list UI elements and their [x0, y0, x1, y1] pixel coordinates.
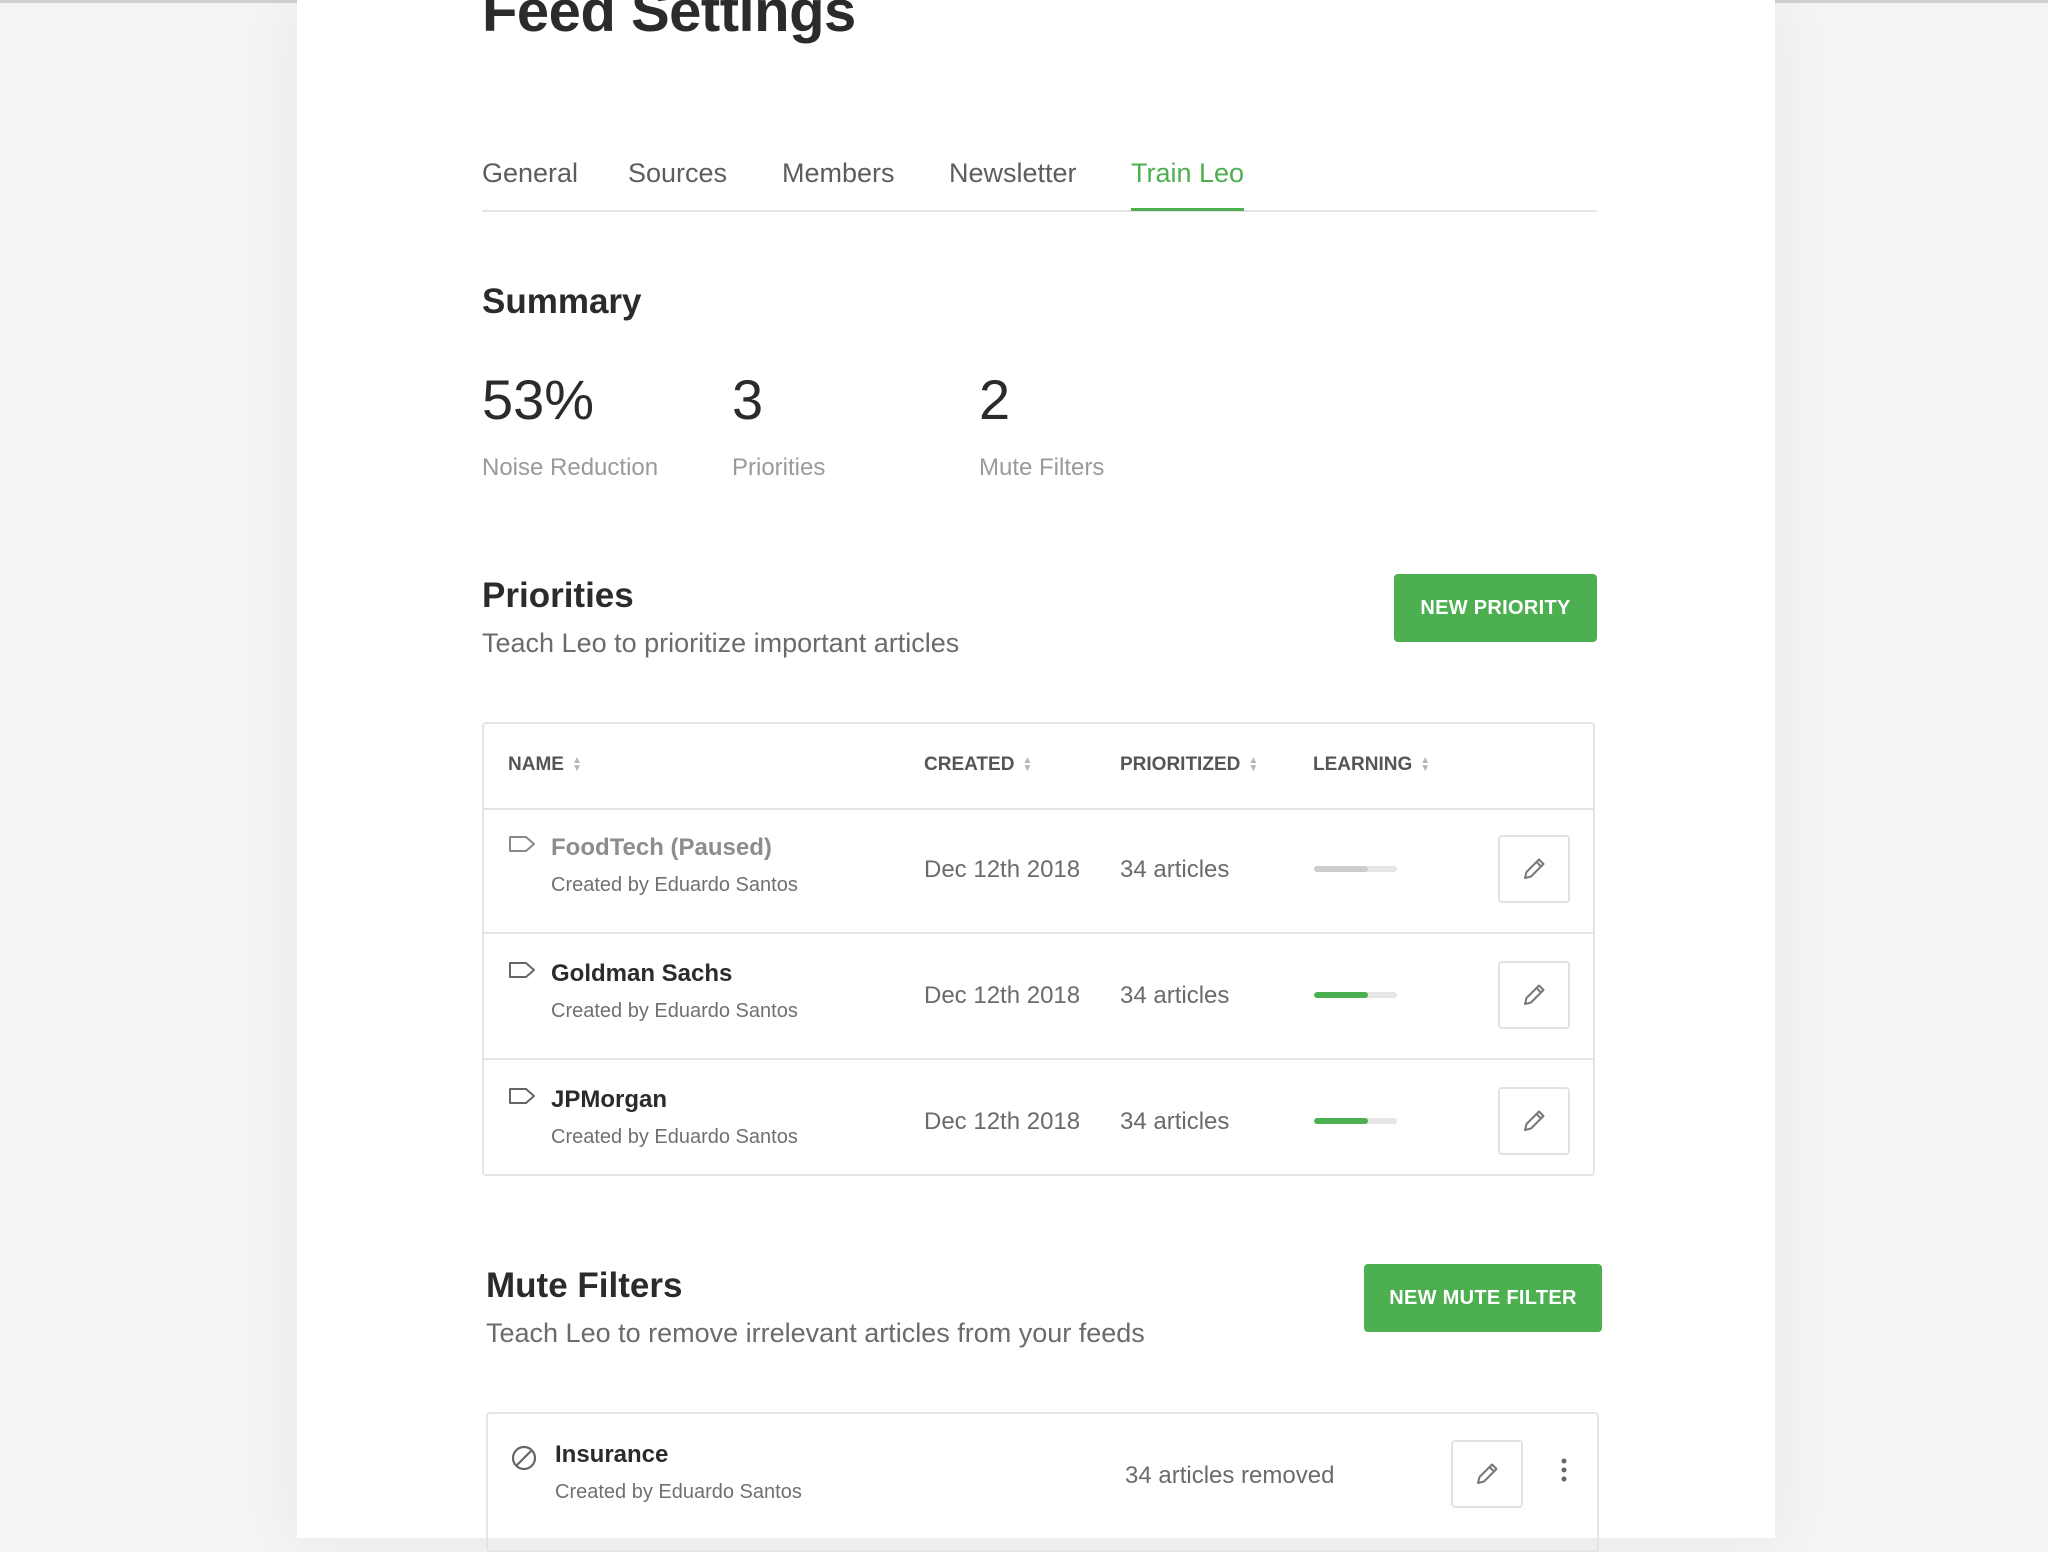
stat-label: Noise Reduction	[482, 454, 659, 481]
new-priority-button[interactable]: NEW PRIORITY	[1394, 574, 1597, 642]
summary-title: Summary	[482, 282, 642, 321]
mute-filter-item[interactable]: Insurance Created by Eduardo Santos 34 a…	[486, 1412, 1599, 1552]
stat-noise-reduction: 53% Noise Reduction	[482, 368, 658, 482]
tab-members[interactable]: Members	[782, 158, 895, 208]
column-header-prioritized[interactable]: PRIORITIZED ▲ ▼	[1120, 754, 1258, 776]
priorities-table: NAME ▲ ▼ CREATED ▲ ▼ PRIORITIZED ▲ ▼ LEARNING ▲…	[482, 722, 1595, 1176]
column-label: NAME	[508, 754, 564, 775]
row-name: Goldman Sachs	[551, 960, 733, 987]
settings-tabs: General Sources Members Newsletter Train…	[482, 150, 1597, 212]
column-header-learning[interactable]: LEARNING ▲ ▼	[1313, 754, 1430, 776]
new-mute-filter-button[interactable]: NEW MUTE FILTER	[1364, 1264, 1602, 1332]
stat-value: 2	[979, 368, 1011, 431]
stat-value: 3	[732, 368, 764, 431]
table-header: NAME ▲ ▼ CREATED ▲ ▼ PRIORITIZED ▲ ▼ LEARNING ▲…	[484, 724, 1593, 810]
stat-mute-filters: 2 Mute Filters	[979, 368, 1104, 482]
priorities-subtitle: Teach Leo to prioritize important articl…	[482, 628, 960, 658]
mute-filters-subtitle: Teach Leo to remove irrelevant articles …	[486, 1318, 1145, 1348]
edit-button[interactable]	[1498, 1087, 1570, 1155]
row-created-by: Created by Eduardo Santos	[551, 874, 798, 896]
page-title: Feed Settings	[482, 0, 856, 44]
learning-progress-bar	[1314, 992, 1397, 998]
learning-progress-fill	[1314, 992, 1368, 998]
pencil-icon	[1524, 1110, 1545, 1131]
column-label: CREATED	[924, 754, 1015, 775]
tab-general[interactable]: General	[482, 158, 578, 208]
sort-icon: ▲ ▼	[571, 754, 582, 774]
stat-priorities: 3 Priorities	[732, 368, 825, 482]
row-prioritized-count: 34 articles	[1120, 982, 1230, 1009]
sort-icon: ▲ ▼	[1420, 754, 1431, 774]
table-row[interactable]: JPMorgan Created by Eduardo Santos Dec 1…	[484, 1060, 1593, 1184]
row-prioritized-count: 34 articles	[1120, 1108, 1230, 1135]
tag-icon	[509, 836, 535, 852]
pencil-icon	[1524, 858, 1545, 879]
pencil-icon	[1477, 1463, 1498, 1484]
stat-value: 53%	[482, 368, 595, 431]
column-label: LEARNING	[1313, 754, 1413, 775]
tag-icon	[509, 1088, 535, 1104]
sort-icon: ▲ ▼	[1022, 754, 1033, 774]
row-name: FoodTech (Paused)	[551, 834, 772, 861]
tab-sources[interactable]: Sources	[628, 158, 727, 208]
tag-icon	[509, 962, 535, 978]
edit-button[interactable]	[1498, 961, 1570, 1029]
row-name: JPMorgan	[551, 1086, 668, 1113]
table-row[interactable]: Goldman Sachs Created by Eduardo Santos …	[484, 934, 1593, 1060]
row-created-by: Created by Eduardo Santos	[551, 1000, 798, 1022]
sort-icon: ▲ ▼	[1248, 754, 1259, 774]
stat-label: Priorities	[732, 454, 826, 481]
mute-filter-name: Insurance	[555, 1441, 669, 1468]
learning-progress-fill	[1314, 1118, 1368, 1124]
tab-newsletter[interactable]: Newsletter	[949, 158, 1077, 208]
ban-icon	[511, 1445, 537, 1471]
pencil-icon	[1524, 984, 1545, 1005]
row-prioritized-count: 34 articles	[1120, 856, 1230, 883]
learning-progress-fill	[1314, 866, 1368, 872]
mute-filters-title: Mute Filters	[486, 1266, 683, 1305]
table-row[interactable]: FoodTech (Paused) Created by Eduardo San…	[484, 808, 1593, 934]
learning-progress-bar	[1314, 866, 1397, 872]
priorities-title: Priorities	[482, 576, 634, 615]
tab-train-leo[interactable]: Train Leo	[1131, 158, 1245, 211]
row-created-date: Dec 12th 2018	[924, 1108, 1081, 1135]
edit-button[interactable]	[1498, 835, 1570, 903]
mute-filter-created-by: Created by Eduardo Santos	[555, 1481, 802, 1503]
row-created-date: Dec 12th 2018	[924, 856, 1081, 883]
column-header-created[interactable]: CREATED ▲ ▼	[924, 754, 1032, 776]
row-created-by: Created by Eduardo Santos	[551, 1126, 798, 1148]
stat-label: Mute Filters	[979, 454, 1105, 481]
more-vertical-icon[interactable]	[1554, 1452, 1574, 1492]
mute-filter-removed-count: 34 articles removed	[1125, 1462, 1335, 1489]
row-created-date: Dec 12th 2018	[924, 982, 1081, 1009]
edit-button[interactable]	[1451, 1440, 1523, 1508]
column-label: PRIORITIZED	[1120, 754, 1241, 775]
learning-progress-bar	[1314, 1118, 1397, 1124]
settings-panel: Feed Settings General Sources Members Ne…	[297, 0, 1775, 1552]
column-header-name[interactable]: NAME ▲ ▼	[508, 754, 582, 776]
